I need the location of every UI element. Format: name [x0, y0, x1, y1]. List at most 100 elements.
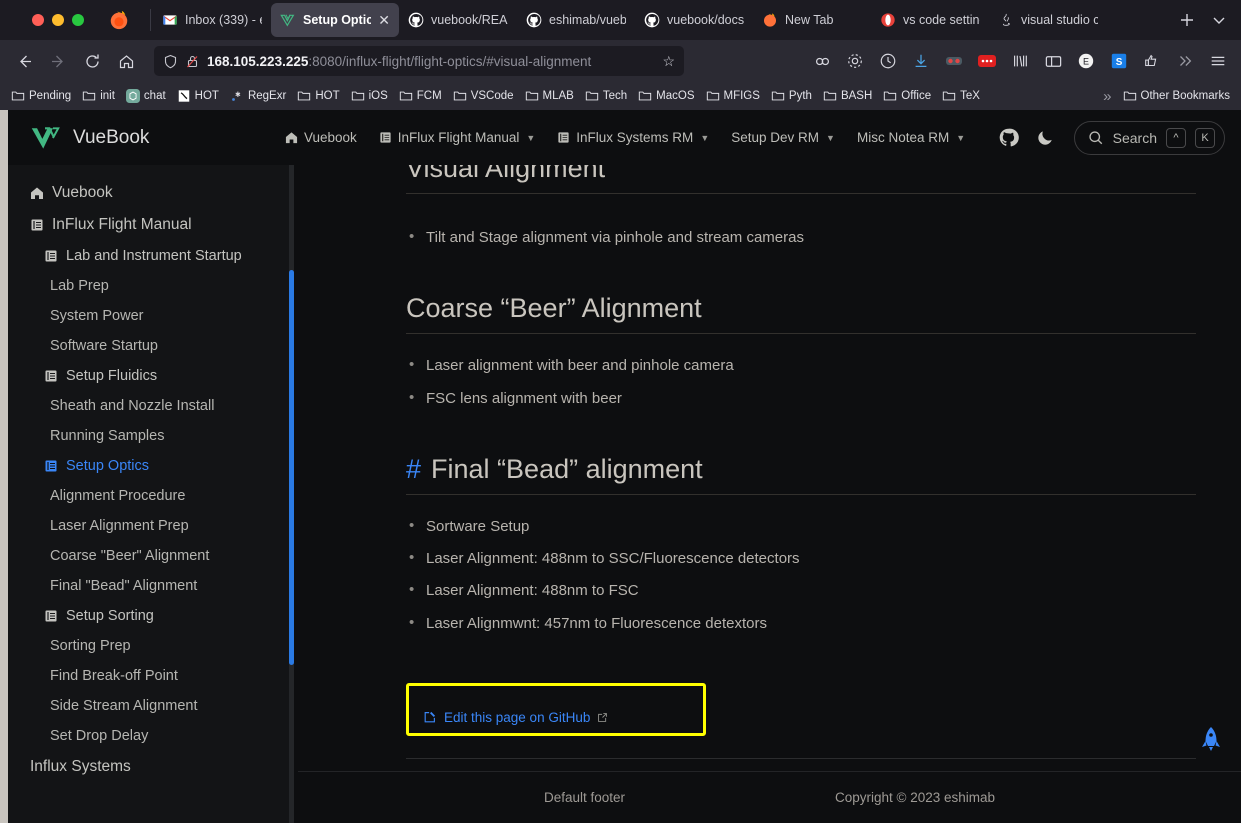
- menu-icon[interactable]: [1203, 46, 1233, 76]
- sidebar-item-label: Coarse "Beer" Alignment: [50, 548, 210, 564]
- address-bar[interactable]: 168.105.223.225:8080/influx-flight/fligh…: [154, 46, 684, 76]
- sidebar-item-running-samples[interactable]: Running Samples: [8, 421, 290, 451]
- sidebar-item-find-break-off-point[interactable]: Find Break-off Point: [8, 661, 290, 691]
- bookmark-regexr[interactable]: RegExr: [225, 86, 291, 106]
- bookmark-label: HOT: [315, 90, 340, 102]
- bookmark-label: MLAB: [542, 90, 574, 102]
- history-icon[interactable]: [873, 46, 903, 76]
- sidebar-item-sheath-and-nozzle-install[interactable]: Sheath and Nozzle Install: [8, 391, 290, 421]
- browser-tab-setup-optics[interactable]: Setup Optics ✕: [271, 3, 399, 37]
- browser-tab-inbox[interactable]: Inbox (339) - e: [153, 3, 271, 37]
- browser-tab-vs-code-settings[interactable]: vs code setting: [871, 3, 989, 37]
- close-window-button[interactable]: [32, 14, 44, 26]
- nav-item-influx-flight-manual[interactable]: InFlux Flight Manual ▼: [379, 130, 535, 145]
- bookmarks-overflow-button[interactable]: »: [1098, 85, 1116, 108]
- sidebar-item-lab-and-instrument-startup[interactable]: Lab and Instrument Startup: [8, 241, 290, 271]
- site-brand[interactable]: VueBook: [30, 125, 285, 151]
- sidebar-item-system-power[interactable]: System Power: [8, 301, 290, 331]
- back-button[interactable]: [8, 45, 40, 77]
- sidebar-item-software-startup[interactable]: Software Startup: [8, 331, 290, 361]
- nav-label: Vuebook: [304, 130, 357, 145]
- bookmark-mlab[interactable]: MLAB: [520, 86, 579, 106]
- bookmark-hot-doc[interactable]: HOT: [172, 86, 224, 106]
- bookmark-bash[interactable]: BASH: [818, 86, 877, 106]
- sidebar-item-vuebook[interactable]: Vuebook: [8, 177, 290, 209]
- bookmark-mfigs[interactable]: MFIGS: [701, 86, 765, 106]
- bookmark-init[interactable]: init: [77, 86, 120, 106]
- bookmark-macos[interactable]: MacOS: [633, 86, 699, 106]
- sidebar-scrollbar-thumb[interactable]: [289, 270, 294, 665]
- sidebar-item-setup-sorting[interactable]: Setup Sorting: [8, 601, 290, 631]
- sidebar-item-setup-optics[interactable]: Setup Optics: [8, 451, 290, 481]
- bookmark-pyth[interactable]: Pyth: [766, 86, 817, 106]
- bookmark-hot[interactable]: HOT: [292, 86, 344, 106]
- browser-tab-vuebook-docs[interactable]: vuebook/docs/i: [635, 3, 753, 37]
- chevron-down-icon: ▼: [526, 132, 536, 143]
- vuebook-icon: [280, 14, 295, 27]
- e-circle-icon[interactable]: E: [1071, 46, 1101, 76]
- maximize-window-button[interactable]: [72, 14, 84, 26]
- section-heading-final-bead-alignment: # Final “Bead” alignment: [406, 454, 1196, 495]
- sidebar-item-lab-prep[interactable]: Lab Prep: [8, 271, 290, 301]
- sidebar-icon[interactable]: [1038, 46, 1068, 76]
- new-tab-button[interactable]: [1171, 4, 1203, 36]
- folder-icon: [771, 91, 785, 101]
- tab-list-dropdown-button[interactable]: [1203, 4, 1235, 36]
- sidebar-item-set-drop-delay[interactable]: Set Drop Delay: [8, 721, 290, 751]
- sidebar-item-final-bead-alignment[interactable]: Final "Bead" Alignment: [8, 571, 290, 601]
- github-icon[interactable]: [998, 127, 1020, 149]
- sidebar-item-influx-flight-manual[interactable]: InFlux Flight Manual: [8, 209, 290, 241]
- sidebar-item-coarse-beer-alignment[interactable]: Coarse "Beer" Alignment: [8, 541, 290, 571]
- heading-anchor-hash[interactable]: #: [406, 454, 421, 484]
- book-icon: [380, 132, 391, 143]
- bookmark-pending[interactable]: Pending: [6, 86, 76, 106]
- nav-item-vuebook[interactable]: Vuebook: [285, 130, 357, 145]
- bookmark-other-bookmarks[interactable]: Other Bookmarks: [1118, 86, 1235, 106]
- thumb-icon[interactable]: [1137, 46, 1167, 76]
- bookmark-ios[interactable]: iOS: [346, 86, 393, 106]
- link-icon[interactable]: [807, 46, 837, 76]
- download-icon[interactable]: [906, 46, 936, 76]
- moon-icon[interactable]: [1036, 127, 1058, 149]
- nav-item-misc-notea-rm[interactable]: Misc Notea RM ▼: [857, 130, 965, 145]
- browser-tab-new-tab[interactable]: New Tab: [753, 3, 871, 37]
- nav-item-setup-dev-rm[interactable]: Setup Dev RM ▼: [731, 130, 835, 145]
- sidebar-item-side-stream-alignment[interactable]: Side Stream Alignment: [8, 691, 290, 721]
- chevrons-overflow-icon[interactable]: [1170, 46, 1200, 76]
- browser-tab-vuebook-readme[interactable]: vuebook/READM: [399, 3, 517, 37]
- sidebar-item-laser-alignment-prep[interactable]: Laser Alignment Prep: [8, 511, 290, 541]
- dots-red-icon[interactable]: [972, 46, 1002, 76]
- bookmark-vscode[interactable]: VSCode: [448, 86, 519, 106]
- minimize-window-button[interactable]: [52, 14, 64, 26]
- sidebar-scrollbar[interactable]: [289, 165, 294, 823]
- sidebar-item-sorting-prep[interactable]: Sorting Prep: [8, 631, 290, 661]
- bookmark-chat[interactable]: chat: [121, 86, 171, 106]
- library-icon[interactable]: [1005, 46, 1035, 76]
- home-button[interactable]: [110, 45, 142, 77]
- sidebar-item-influx-systems[interactable]: Influx Systems: [8, 751, 290, 783]
- opera-icon: [881, 13, 895, 27]
- section-heading-coarse-beer-alignment: Coarse “Beer” Alignment: [406, 293, 1196, 335]
- close-tab-button[interactable]: ✕: [378, 13, 390, 27]
- browser-tab-visual-studio-code[interactable]: visual studio co: [989, 3, 1107, 37]
- bookmark-star-icon[interactable]: ☆: [662, 53, 675, 70]
- s-blue-icon[interactable]: S: [1104, 46, 1134, 76]
- browser-tab-eshimab-vuebook[interactable]: eshimab/vuebo: [517, 3, 635, 37]
- glasses-icon[interactable]: [939, 46, 969, 76]
- chevron-down-icon: ▼: [826, 132, 835, 143]
- back-to-top-rocket-icon[interactable]: [1198, 726, 1224, 756]
- bookmark-label: BASH: [840, 90, 873, 102]
- edit-this-page-on-github-link[interactable]: Edit this page on GitHub: [423, 710, 608, 725]
- nav-item-influx-systems-rm[interactable]: InFlux Systems RM ▼: [557, 130, 709, 145]
- sidebar-item-setup-fluidics[interactable]: Setup Fluidics: [8, 361, 290, 391]
- forward-button[interactable]: [42, 45, 74, 77]
- bullet-list-visual-alignment: Tilt and Stage alignment via pinhole and…: [406, 225, 1196, 249]
- bookmark-tex[interactable]: TeX: [937, 86, 985, 106]
- bookmark-fcm[interactable]: FCM: [394, 86, 447, 106]
- search-button[interactable]: Search ^ K: [1073, 120, 1225, 155]
- reload-button[interactable]: [76, 45, 108, 77]
- sidebar-item-alignment-procedure[interactable]: Alignment Procedure: [8, 481, 290, 511]
- bookmark-office[interactable]: Office: [878, 86, 936, 106]
- gear-icon[interactable]: [840, 46, 870, 76]
- bookmark-tech[interactable]: Tech: [580, 86, 632, 106]
